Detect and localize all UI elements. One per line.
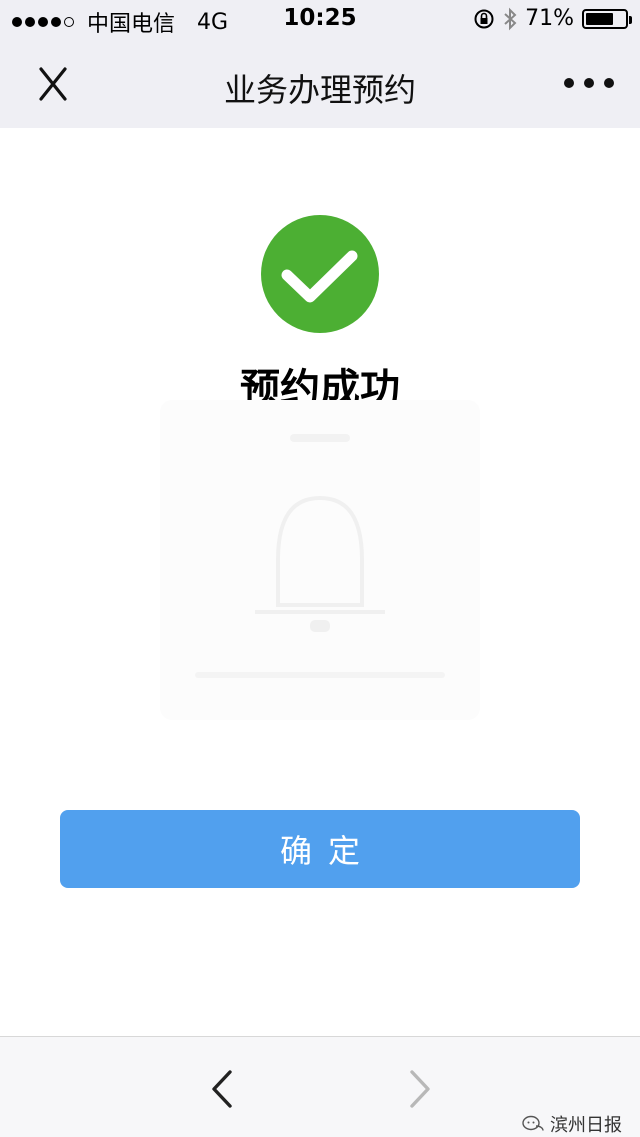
watermark: 滨州日报 xyxy=(522,1111,622,1137)
battery-level-fill xyxy=(586,12,613,25)
status-bar: 中国电信 4G 10:25 71% xyxy=(0,0,640,40)
more-dot-icon xyxy=(604,78,614,88)
status-right: 71% xyxy=(465,6,632,31)
page-title: 业务办理预约 xyxy=(223,71,416,109)
battery-percentage: 71% xyxy=(525,6,574,31)
back-button[interactable] xyxy=(204,1067,240,1111)
watermark-text: 滨州日报 xyxy=(550,1115,622,1136)
battery-icon xyxy=(582,8,632,29)
more-dot-icon xyxy=(564,78,574,88)
wechat-public-account-icon xyxy=(522,1115,544,1131)
bluetooth-icon xyxy=(504,7,517,30)
confirm-button[interactable]: 确定 xyxy=(60,810,580,888)
more-dot-icon xyxy=(584,78,594,88)
chevron-right-icon xyxy=(410,1070,430,1108)
orientation-lock-icon xyxy=(474,9,494,28)
navigation-bar: 业务办理预约 xyxy=(0,40,640,128)
faded-bell-graphic xyxy=(160,400,480,720)
browser-toolbar: 滨州日报 xyxy=(0,1036,640,1137)
more-options-button[interactable] xyxy=(564,70,614,96)
chevron-left-icon xyxy=(212,1070,232,1108)
success-check-icon xyxy=(260,214,380,334)
forward-button[interactable] xyxy=(402,1067,438,1111)
